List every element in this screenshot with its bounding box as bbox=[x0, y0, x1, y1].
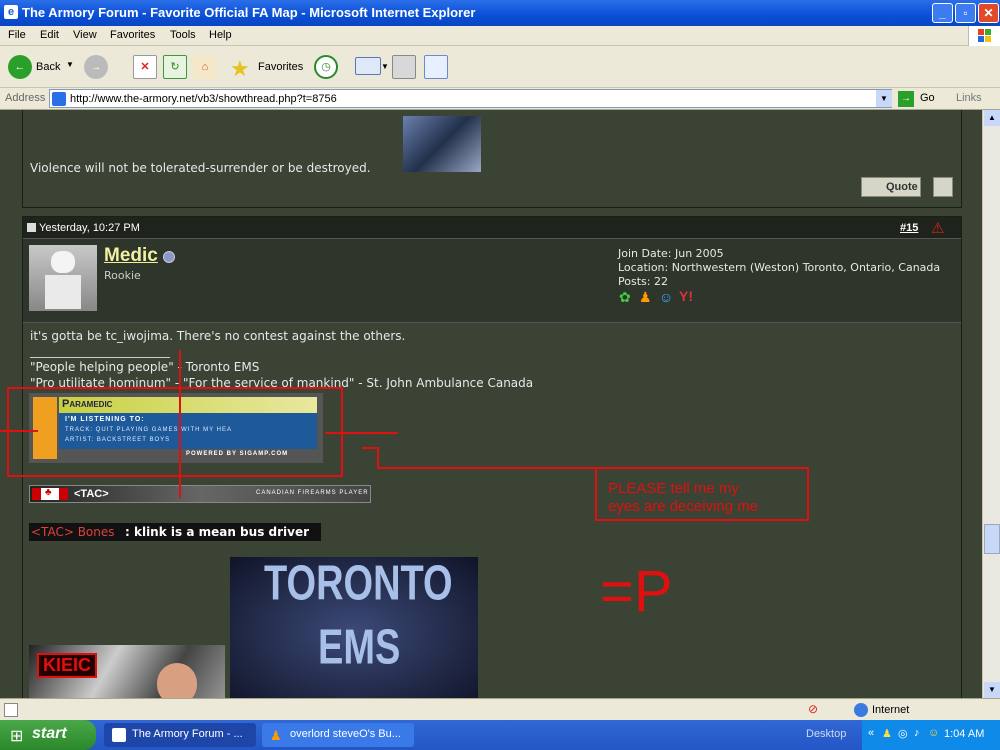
windows-logo-icon bbox=[968, 26, 1000, 46]
home-icon[interactable]: ⌂ bbox=[193, 55, 217, 79]
favorites-star-icon[interactable]: ★ bbox=[230, 56, 250, 82]
status-bar: ⊘ Internet bbox=[0, 698, 1000, 720]
taskbar: ⊞ start The Armory Forum - ... ♟ overlor… bbox=[0, 720, 1000, 750]
maximize-button[interactable]: ▫ bbox=[955, 3, 976, 23]
annotation-overlay bbox=[0, 350, 809, 521]
security-zone: Internet bbox=[872, 704, 910, 716]
links-button[interactable]: Links bbox=[956, 92, 982, 104]
menu-view[interactable]: View bbox=[73, 29, 97, 41]
menu-bar: File Edit View Favorites Tools Help bbox=[0, 26, 1000, 46]
internet-globe-icon bbox=[854, 703, 868, 717]
address-label: Address bbox=[5, 92, 46, 104]
vertical-scrollbar[interactable]: ▲ ▼ bbox=[982, 110, 1000, 698]
page-status-icon bbox=[4, 703, 18, 717]
system-tray: « ♟ ◎ ♪ ☺ 1:04 AM bbox=[862, 720, 1000, 750]
annotation-pointer bbox=[362, 447, 596, 469]
menu-favorites[interactable]: Favorites bbox=[110, 29, 155, 41]
aim-task-icon: ♟ bbox=[270, 728, 282, 743]
menu-file[interactable]: File bbox=[8, 29, 26, 41]
back-dropdown-icon[interactable]: ▼ bbox=[66, 60, 74, 69]
minimize-button[interactable]: _ bbox=[932, 3, 953, 23]
go-arrow-icon[interactable]: → bbox=[898, 91, 914, 107]
window-title: The Armory Forum - Favorite Official FA … bbox=[22, 5, 476, 20]
tray-steam-icon: ◎ bbox=[898, 728, 908, 740]
address-bar: Address http://www.the-armory.net/vb3/sh… bbox=[0, 88, 1000, 110]
back-button[interactable]: Back bbox=[36, 61, 60, 73]
scroll-down-icon[interactable]: ▼ bbox=[984, 682, 1000, 698]
ie-task-icon bbox=[112, 728, 126, 742]
forward-arrow-icon[interactable]: → bbox=[84, 55, 108, 79]
start-button[interactable]: ⊞ start bbox=[0, 720, 96, 750]
address-dropdown-icon[interactable]: ▼ bbox=[876, 90, 892, 107]
favorites-button[interactable]: Favorites bbox=[258, 61, 303, 73]
title-bar: e The Armory Forum - Favorite Official F… bbox=[0, 0, 1000, 26]
menu-help[interactable]: Help bbox=[209, 29, 232, 41]
page-icon bbox=[52, 92, 66, 106]
close-button[interactable]: ✕ bbox=[978, 3, 999, 23]
toolbar: ← Back ▼ → ✕ ↻ ⌂ ★ Favorites ◷ ▼ bbox=[0, 46, 1000, 88]
back-arrow-icon[interactable]: ← bbox=[8, 55, 32, 79]
annotation-line-1: PLEASE tell me my bbox=[608, 480, 739, 497]
scroll-up-icon[interactable]: ▲ bbox=[984, 110, 1000, 126]
address-field[interactable]: http://www.the-armory.net/vb3/showthread… bbox=[49, 89, 892, 108]
annotation-face: =P bbox=[600, 559, 673, 624]
tray-volume-icon: ♪ bbox=[914, 727, 920, 739]
clock: 1:04 AM bbox=[944, 728, 985, 740]
edit-page-icon[interactable] bbox=[424, 55, 448, 79]
page-content: Violence will not be tolerated-surrender… bbox=[0, 110, 982, 698]
annotation-line-2: eyes are deceiving me bbox=[608, 498, 759, 515]
history-icon[interactable]: ◷ bbox=[314, 55, 338, 79]
mail-icon[interactable] bbox=[355, 57, 381, 75]
mail-dropdown-icon[interactable]: ▼ bbox=[381, 62, 389, 71]
popup-blocked-icon: ⊘ bbox=[808, 702, 819, 716]
menu-tools[interactable]: Tools bbox=[170, 29, 196, 41]
refresh-icon[interactable]: ↻ bbox=[163, 55, 187, 79]
windows-flag-icon: ⊞ bbox=[10, 728, 24, 745]
task-msn[interactable]: ♟ overlord steveO's Bu... bbox=[262, 723, 414, 747]
menu-edit[interactable]: Edit bbox=[40, 29, 59, 41]
desktop-toolbar[interactable]: Desktop bbox=[806, 728, 846, 740]
stop-icon[interactable]: ✕ bbox=[133, 55, 157, 79]
tray-messenger-icon: ☺ bbox=[928, 727, 940, 739]
ie-icon: e bbox=[4, 5, 18, 19]
print-icon[interactable] bbox=[392, 55, 416, 79]
go-button[interactable]: Go bbox=[920, 92, 935, 104]
tray-aim-icon: ♟ bbox=[882, 728, 892, 740]
scroll-thumb[interactable] bbox=[984, 524, 1000, 554]
annotation-box bbox=[7, 387, 343, 477]
address-url: http://www.the-armory.net/vb3/showthread… bbox=[70, 93, 337, 105]
tray-arrow-icon: « bbox=[868, 727, 875, 739]
task-ie[interactable]: The Armory Forum - ... bbox=[104, 723, 256, 747]
